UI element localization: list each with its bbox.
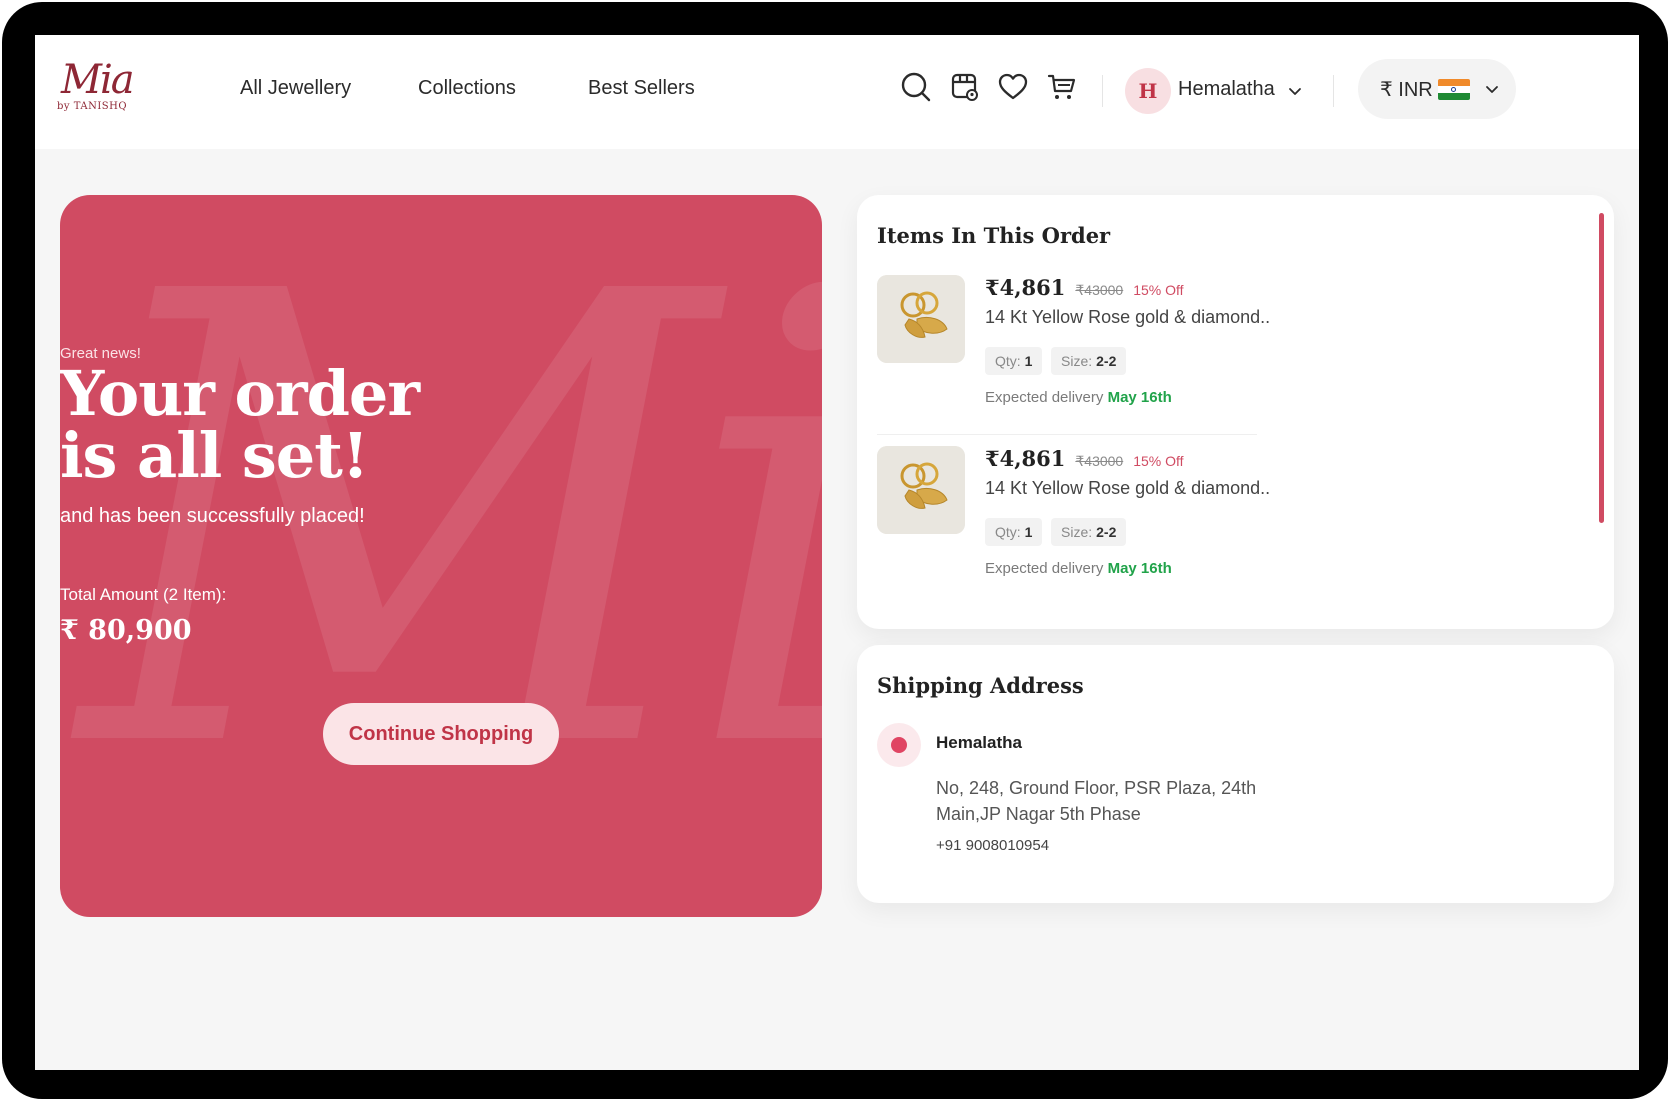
brand-logo[interactable]: Mia by TANISHQ [57,57,135,123]
qty-value: 1 [1024,524,1033,540]
discount-badge: 15% Off [1133,282,1184,298]
currency-selector[interactable]: ₹ INR [1358,59,1516,119]
original-price: ₹43000 [1075,453,1124,469]
expected-delivery: Expected delivery May 16th [985,560,1172,577]
discount-badge: 15% Off [1133,453,1184,469]
hero-subline: and has been successfully placed! [60,505,365,527]
recipient-name: Hemalatha [936,733,1022,752]
header-divider [1333,75,1334,107]
delivery-date: May 16th [1107,389,1172,406]
sale-price: ₹4,861 [985,446,1066,471]
original-price: ₹43000 [1075,282,1124,298]
logo-wordmark: Mia [61,57,135,103]
delivery-label: Expected delivery [985,389,1104,406]
top-header: Mia by TANISHQ All Jewellery Collections… [35,35,1639,149]
size-label: Size: [1061,524,1093,540]
hero-headline: Your order is all set! [60,363,822,487]
order-item[interactable]: ₹4,861 ₹43000 15% Off 14 Kt Yellow Rose … [877,446,1287,616]
qty-chip: Qty: 1 [985,518,1043,546]
order-items-title: Items In This Order [877,223,1111,248]
size-value: 2-2 [1096,353,1117,369]
chevron-down-icon[interactable] [1287,83,1303,99]
qty-label: Qty: [995,524,1021,540]
price-row: ₹4,861 ₹43000 15% Off [985,446,1184,471]
device-frame: Mia by TANISHQ All Jewellery Collections… [2,2,1668,1099]
sale-price: ₹4,861 [985,275,1066,300]
shipping-address-card: Shipping Address Hemalatha No, 248, Grou… [857,645,1614,903]
address-text: No, 248, Ground Floor, PSR Plaza, 24th M… [936,778,1257,824]
qty-value: 1 [1024,353,1033,369]
nav-all-jewellery[interactable]: All Jewellery [240,77,351,100]
search-icon[interactable] [900,71,932,103]
scrollbar[interactable] [1599,213,1604,523]
total-amount-value: ₹ 80,900 [60,615,192,646]
location-pin-icon [877,723,921,767]
size-chip: Size: 2-2 [1051,347,1127,375]
hero-headline-line2: is all set! [60,419,369,492]
expected-delivery: Expected delivery May 16th [985,389,1172,406]
store-icon[interactable] [949,71,981,103]
continue-shopping-button[interactable]: Continue Shopping [323,703,559,765]
size-value: 2-2 [1096,524,1117,540]
currency-label: ₹ INR [1380,79,1433,101]
delivery-date: May 16th [1107,560,1172,577]
order-items-card: Items In This Order ₹4,861 ₹43000 15% Of… [857,195,1614,629]
cart-icon[interactable] [1046,71,1078,103]
wishlist-heart-icon[interactable] [997,71,1029,103]
earring-product-image [877,275,965,363]
item-divider [877,434,1257,435]
nav-collections[interactable]: Collections [418,77,516,100]
delivery-label: Expected delivery [985,560,1104,577]
product-name: 14 Kt Yellow Rose gold & diamond.. [985,478,1271,498]
shipping-title: Shipping Address [877,673,1084,698]
product-name: 14 Kt Yellow Rose gold & diamond.. [985,307,1271,327]
qty-label: Qty: [995,353,1021,369]
chevron-down-icon [1486,86,1498,93]
earring-product-image [877,446,965,534]
qty-chip: Qty: 1 [985,347,1043,375]
user-avatar[interactable]: H [1125,68,1171,114]
order-item[interactable]: ₹4,861 ₹43000 15% Off 14 Kt Yellow Rose … [877,275,1287,445]
order-confirmation-hero: Mia Great news! Your order is all set! a… [60,195,822,917]
india-flag-icon [1438,79,1470,100]
header-divider [1102,75,1103,107]
hero-headline-line1: Your order [60,357,420,430]
price-row: ₹4,861 ₹43000 15% Off [985,275,1184,300]
size-label: Size: [1061,353,1093,369]
user-name[interactable]: Hemalatha [1178,78,1275,101]
size-chip: Size: 2-2 [1051,518,1127,546]
logo-subtext: by TANISHQ [57,101,128,112]
app-screen: Mia by TANISHQ All Jewellery Collections… [35,35,1639,1070]
phone-number: +91 9008010954 [936,837,1050,854]
nav-best-sellers[interactable]: Best Sellers [588,77,695,100]
total-amount-label: Total Amount (2 Item): [60,585,227,604]
